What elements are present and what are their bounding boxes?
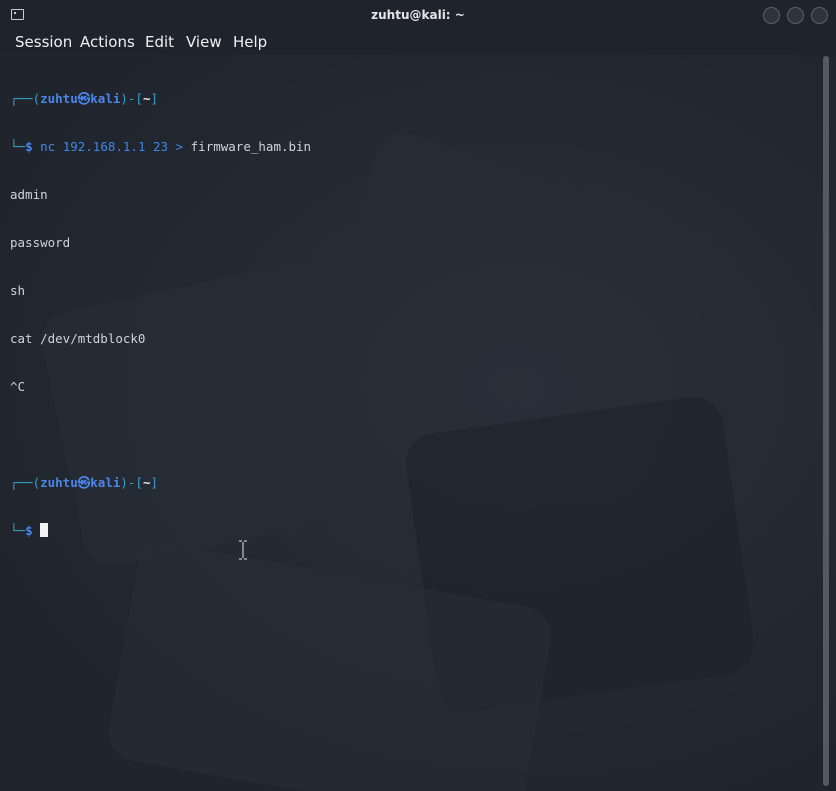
output-line: sh xyxy=(10,283,26,298)
menu-view[interactable]: View xyxy=(185,33,223,51)
terminal-area[interactable]: ┌──(zuhtu㉿kali)-[~] └─$ nc 192.168.1.1 2… xyxy=(0,54,836,791)
prompt-dollar: $ xyxy=(25,139,33,154)
prompt-frame: ┌──( xyxy=(10,91,41,106)
prompt-frame: ] xyxy=(150,475,159,490)
terminal-window: zuhtu@kali: ~ Session Actions Edit View … xyxy=(0,0,836,791)
menu-help[interactable]: Help xyxy=(232,33,268,51)
input-line[interactable]: └─$ xyxy=(10,523,311,539)
prompt-line: ┌──(zuhtu㉿kali)-[~] xyxy=(10,475,311,491)
prompt-frame: ] xyxy=(150,91,159,106)
menu-session[interactable]: Session xyxy=(14,33,73,51)
prompt-user: zuhtu xyxy=(40,91,78,106)
title-bar[interactable]: zuhtu@kali: ~ xyxy=(0,0,836,32)
prompt-frame: ┌──( xyxy=(10,475,41,490)
prompt-frame: )-[ xyxy=(120,475,143,490)
minimize-button[interactable] xyxy=(763,7,780,24)
command-redirect: > xyxy=(175,139,184,154)
window-title: zuhtu@kali: ~ xyxy=(371,8,465,22)
vertical-scrollbar[interactable] xyxy=(822,54,836,791)
close-button[interactable] xyxy=(811,7,828,24)
output-line: password xyxy=(10,235,71,250)
prompt-frame: )-[ xyxy=(120,91,143,106)
prompt-corner: └─ xyxy=(10,139,26,154)
prompt-at-symbol: ㉿ xyxy=(77,475,91,490)
menu-edit[interactable]: Edit xyxy=(144,33,175,51)
menu-actions[interactable]: Actions xyxy=(79,33,136,51)
menu-bar: Session Actions Edit View Help xyxy=(0,32,836,54)
prompt-host: kali xyxy=(90,91,121,106)
maximize-button[interactable] xyxy=(787,7,804,24)
prompt-host: kali xyxy=(90,475,121,490)
ibeam-cursor-icon xyxy=(239,540,247,560)
command-line: └─$ nc 192.168.1.1 23 > firmware_ham.bin xyxy=(10,139,311,155)
prompt-line: ┌──(zuhtu㉿kali)-[~] xyxy=(10,91,311,107)
prompt-dollar: $ xyxy=(25,523,33,538)
prompt-user: zuhtu xyxy=(40,475,78,490)
terminal-output: ┌──(zuhtu㉿kali)-[~] └─$ nc 192.168.1.1 2… xyxy=(10,59,311,571)
prompt-corner: └─ xyxy=(10,523,26,538)
output-line: admin xyxy=(10,187,48,202)
text-cursor xyxy=(40,523,49,537)
output-line: cat /dev/mtdblock0 xyxy=(10,331,146,346)
output-line: ^C xyxy=(10,379,26,394)
scrollbar-handle[interactable] xyxy=(823,56,829,786)
command-target: firmware_ham.bin xyxy=(190,139,312,154)
prompt-at-symbol: ㉿ xyxy=(77,91,91,106)
command-text: nc 192.168.1.1 23 xyxy=(40,139,169,154)
